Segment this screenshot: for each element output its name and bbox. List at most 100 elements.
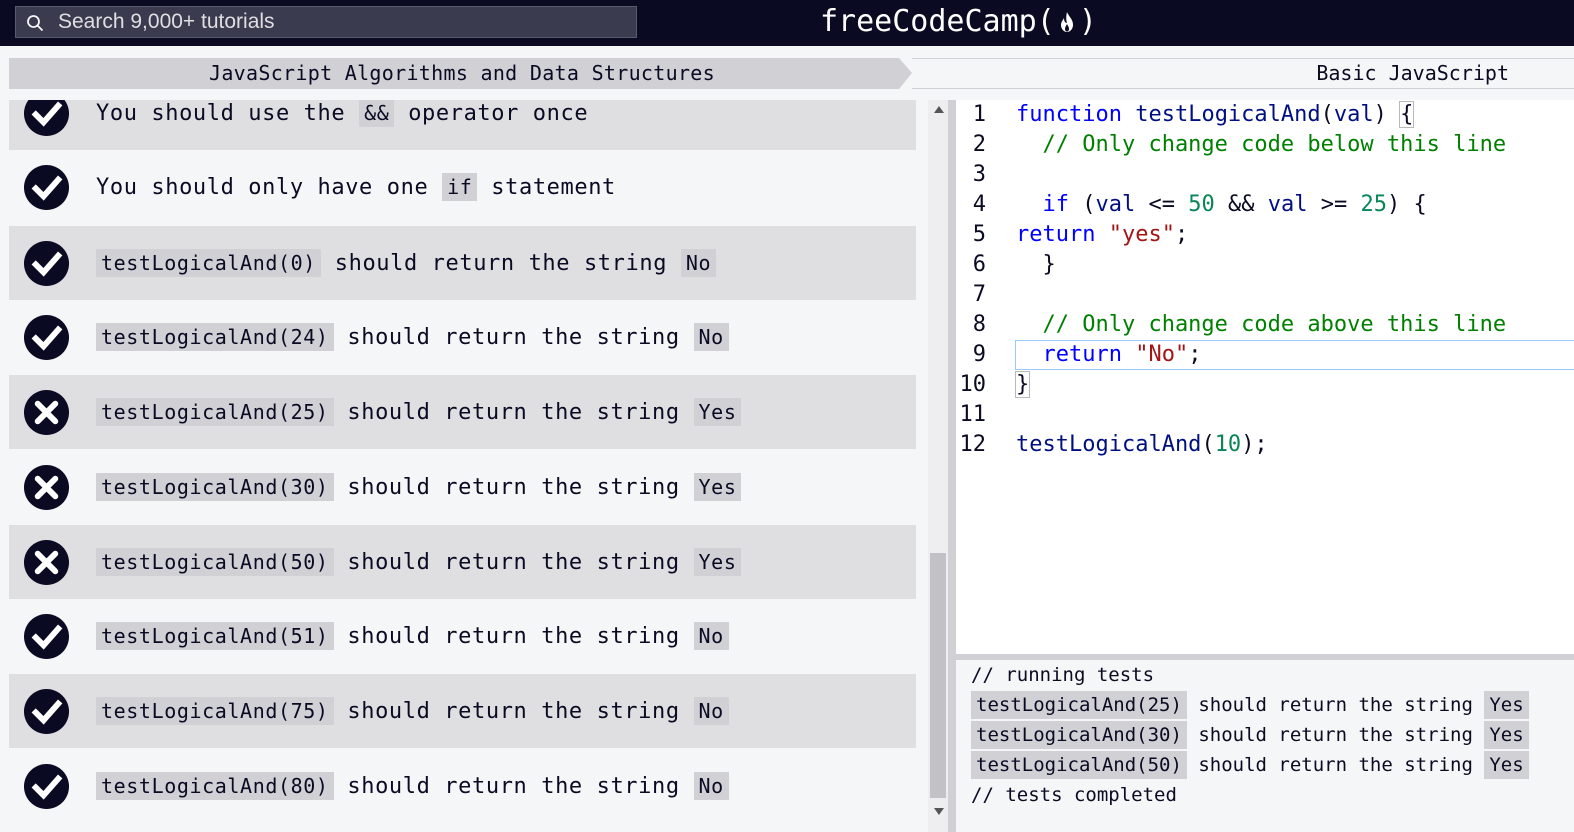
code-line[interactable]: 4 if (val <= 50 && val >= 25) { bbox=[956, 190, 1574, 220]
test-text-segment: statement bbox=[477, 174, 616, 200]
code-line[interactable]: 1 function testLogicalAnd(val) { bbox=[956, 100, 1574, 130]
code-token: "yes" bbox=[1108, 222, 1175, 247]
inline-code: testLogicalAnd(51) bbox=[96, 622, 334, 650]
breadcrumb-block[interactable]: Basic JavaScript bbox=[912, 58, 1574, 89]
line-number: 8 bbox=[972, 312, 986, 337]
search-icon bbox=[27, 15, 44, 32]
line-number: 11 bbox=[959, 402, 987, 427]
code-token: <= bbox=[1135, 192, 1189, 217]
code-line[interactable]: 9 return "No"; bbox=[956, 340, 1574, 370]
code-token: val bbox=[1267, 192, 1308, 217]
x-circle-icon bbox=[23, 539, 70, 586]
inline-code: Yes bbox=[693, 548, 742, 576]
console-failure-line: testLogicalAnd(50) should return the str… bbox=[971, 750, 1529, 780]
code-token: { bbox=[1399, 101, 1415, 128]
test-text: testLogicalAnd(50) should return the str… bbox=[96, 525, 742, 599]
console-end-line: // tests completed bbox=[971, 784, 1177, 806]
inline-code: Yes bbox=[693, 473, 742, 501]
code-line[interactable]: 6 } bbox=[956, 250, 1574, 280]
code-line[interactable]: 3 bbox=[956, 160, 1574, 190]
code-token: ; bbox=[1174, 222, 1189, 247]
inline-code: testLogicalAnd(25) bbox=[96, 398, 334, 426]
code-line[interactable]: 10} bbox=[956, 370, 1574, 400]
console-text: should return the string bbox=[1186, 754, 1485, 776]
test-result-item: testLogicalAnd(51) should return the str… bbox=[9, 599, 916, 673]
line-number: 2 bbox=[972, 132, 986, 157]
scrollbar-thumb[interactable] bbox=[930, 553, 946, 798]
code-token: // Only change code above this line bbox=[1016, 312, 1507, 337]
console-inline-code: testLogicalAnd(50) bbox=[971, 751, 1187, 779]
code-line[interactable]: 2 // Only change code below this line bbox=[956, 130, 1574, 160]
inline-code: Yes bbox=[693, 398, 742, 426]
line-number: 1 bbox=[972, 102, 986, 127]
line-number: 4 bbox=[972, 192, 986, 217]
code-line[interactable]: 12 testLogicalAnd(10); bbox=[956, 430, 1574, 460]
test-text-segment: should return the string bbox=[333, 698, 694, 724]
inline-code: testLogicalAnd(80) bbox=[96, 772, 334, 800]
test-result-item: testLogicalAnd(80) should return the str… bbox=[9, 749, 916, 823]
scroll-down-arrow-icon[interactable] bbox=[934, 808, 944, 815]
code-text: // Only change code above this line bbox=[1016, 310, 1506, 340]
code-token: } bbox=[1016, 252, 1056, 277]
code-text: return "No"; bbox=[1016, 340, 1202, 370]
code-token: function bbox=[1016, 102, 1122, 127]
code-token: if bbox=[1042, 192, 1070, 217]
x-circle-icon bbox=[23, 389, 70, 436]
search-bar[interactable] bbox=[15, 6, 637, 38]
check-circle-icon bbox=[23, 688, 70, 735]
console-text: should return the string bbox=[1186, 694, 1485, 716]
search-input[interactable] bbox=[58, 7, 618, 37]
pane-divider[interactable] bbox=[948, 100, 956, 832]
code-line[interactable]: 11 bbox=[956, 400, 1574, 430]
inline-code: No bbox=[693, 323, 729, 351]
test-result-item: testLogicalAnd(50) should return the str… bbox=[9, 525, 916, 599]
test-results-pane: You should use the && operator once You s… bbox=[9, 100, 916, 832]
code-token: val bbox=[1333, 102, 1374, 127]
line-number: 5 bbox=[972, 222, 986, 247]
logo-paren-close: ) bbox=[1078, 4, 1097, 39]
test-text: testLogicalAnd(24) should return the str… bbox=[96, 300, 729, 374]
breadcrumb-block-label: Basic JavaScript bbox=[1316, 61, 1509, 85]
test-text-segment: should return the string bbox=[333, 549, 694, 575]
inline-code: No bbox=[680, 249, 717, 277]
code-token: ); bbox=[1241, 432, 1268, 457]
test-result-item: testLogicalAnd(0) should return the stri… bbox=[9, 226, 916, 300]
console-failure-line: testLogicalAnd(25) should return the str… bbox=[971, 690, 1529, 720]
inline-code: testLogicalAnd(30) bbox=[96, 473, 334, 501]
inline-code: if bbox=[442, 173, 478, 201]
code-token: return bbox=[1016, 222, 1096, 247]
code-token: && bbox=[1214, 192, 1268, 217]
logo-text: freeCodeCamp bbox=[820, 4, 1037, 39]
code-line[interactable]: 5 return "yes"; bbox=[956, 220, 1574, 250]
code-editor[interactable]: 1 function testLogicalAnd(val) {2 // Only… bbox=[956, 100, 1574, 654]
inline-code: No bbox=[693, 697, 729, 725]
scroll-up-arrow-icon[interactable] bbox=[934, 106, 944, 113]
code-token: >= bbox=[1307, 192, 1361, 217]
test-text: testLogicalAnd(75) should return the str… bbox=[96, 674, 729, 748]
code-text: return "yes"; bbox=[1016, 220, 1188, 250]
flame-icon bbox=[1060, 12, 1073, 32]
inline-code: testLogicalAnd(24) bbox=[96, 323, 334, 351]
code-line[interactable]: 7 bbox=[956, 280, 1574, 310]
test-text: testLogicalAnd(0) should return the stri… bbox=[96, 226, 717, 300]
inline-code: testLogicalAnd(50) bbox=[96, 548, 334, 576]
check-circle-icon bbox=[23, 763, 70, 810]
console-inline-code: testLogicalAnd(30) bbox=[971, 721, 1187, 749]
code-token: 25 bbox=[1360, 192, 1387, 217]
freecodecamp-logo[interactable]: freeCodeCamp() bbox=[820, 3, 1097, 41]
code-line[interactable]: 8 // Only change code above this line bbox=[956, 310, 1574, 340]
test-text-segment: should return the string bbox=[320, 250, 681, 276]
breadcrumb-superblock-label: JavaScript Algorithms and Data Structure… bbox=[209, 61, 715, 85]
top-nav-bar: freeCodeCamp() bbox=[0, 0, 1574, 46]
x-circle-icon bbox=[23, 464, 70, 511]
code-token: return bbox=[1042, 342, 1122, 367]
line-number: 6 bbox=[972, 252, 986, 277]
breadcrumb-superblock[interactable]: JavaScript Algorithms and Data Structure… bbox=[9, 58, 912, 89]
line-number: 12 bbox=[959, 432, 987, 457]
output-console: // running tests testLogicalAnd(25) shou… bbox=[956, 660, 1574, 832]
